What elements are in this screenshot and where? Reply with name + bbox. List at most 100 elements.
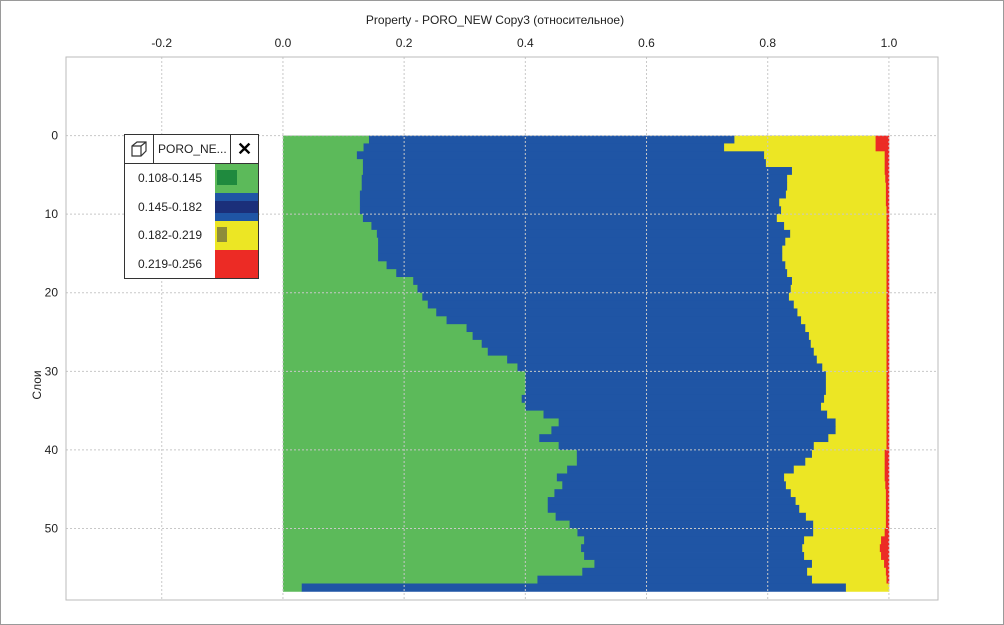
legend-item[interactable]: 0.182-0.219 xyxy=(125,221,258,250)
bar-segment xyxy=(576,457,806,467)
bar-segment xyxy=(525,402,822,412)
y-tick-label: 50 xyxy=(45,521,59,535)
bar-segment xyxy=(282,300,429,309)
bar-segment xyxy=(282,261,387,270)
bar-segment xyxy=(793,300,887,309)
bar-segment xyxy=(805,324,887,333)
bar-segment xyxy=(282,567,583,577)
bar-segment xyxy=(361,182,788,191)
bar-segment xyxy=(282,442,560,451)
legend-item[interactable]: 0.108-0.145 xyxy=(125,164,258,193)
bar-segment xyxy=(802,544,881,553)
bar-segment xyxy=(282,434,540,443)
cube-icon[interactable] xyxy=(125,135,154,163)
bar-segment xyxy=(576,449,813,459)
bar-segment xyxy=(417,284,792,294)
y-axis-label: Слои xyxy=(30,370,44,399)
bar-segment xyxy=(562,481,787,490)
bar-segment xyxy=(282,520,570,529)
bar-segment xyxy=(810,339,887,349)
bar-segment xyxy=(282,512,557,522)
bar-segment xyxy=(554,489,792,498)
bar-segment xyxy=(555,512,807,522)
bar-segment xyxy=(790,489,887,498)
x-tick-label: 0.0 xyxy=(275,36,292,50)
bar-segment xyxy=(785,237,887,246)
bar-segment xyxy=(825,379,887,388)
bar-segment xyxy=(734,135,876,144)
bar-segment xyxy=(282,552,585,561)
bar-segment xyxy=(378,237,786,246)
x-tick-label: 1.0 xyxy=(881,36,898,50)
bar-segment xyxy=(525,371,827,380)
legend-item[interactable]: 0.145-0.182 xyxy=(125,192,258,221)
bar-segment xyxy=(782,245,887,254)
bar-segment xyxy=(827,410,887,419)
bar-segment xyxy=(362,159,767,168)
bar-segment xyxy=(359,190,787,199)
bar-segment xyxy=(507,355,818,364)
bar-segment xyxy=(845,583,890,592)
bar-segment xyxy=(282,269,397,278)
bar-segment xyxy=(784,473,886,482)
bar-segment xyxy=(785,481,886,490)
bar-segment xyxy=(378,253,783,262)
bar-segment xyxy=(581,544,803,553)
bar-segment xyxy=(805,457,886,467)
bar-segment xyxy=(807,567,887,577)
bar-segment xyxy=(879,544,890,553)
bar-segment xyxy=(378,245,783,254)
bar-segment xyxy=(825,371,887,380)
close-icon[interactable]: ✕ xyxy=(231,135,258,163)
bar-segment xyxy=(724,143,876,152)
legend-marker xyxy=(217,255,237,271)
bar-segment xyxy=(427,300,795,309)
bar-segment xyxy=(282,504,549,514)
bar-segment xyxy=(363,143,725,152)
bar-segment xyxy=(811,575,887,584)
bar-segment xyxy=(813,442,887,451)
bar-segment xyxy=(804,536,882,545)
legend-panel[interactable]: PORO_NE... ✕ 0.108-0.145 0.145-0.182 0.182… xyxy=(124,134,259,279)
bar-segment xyxy=(282,198,361,207)
legend-marker xyxy=(217,170,237,185)
bar-segment xyxy=(790,284,887,294)
bar-segment xyxy=(787,174,886,184)
legend-marker xyxy=(217,227,227,242)
bar-segment xyxy=(875,135,890,144)
x-tick-label: 0.8 xyxy=(759,36,776,50)
legend-item[interactable]: 0.219-0.256 xyxy=(125,249,258,278)
bar-segment xyxy=(282,410,544,419)
bar-segment xyxy=(813,528,886,537)
bar-segment xyxy=(361,174,788,184)
bar-segment xyxy=(282,528,578,537)
bar-segment xyxy=(282,449,578,459)
bar-segment xyxy=(551,426,836,435)
bar-segment xyxy=(537,575,813,584)
bar-segment xyxy=(816,355,887,364)
bar-segment xyxy=(282,481,563,490)
legend-label: 0.145-0.182 xyxy=(137,199,203,214)
bar-segment xyxy=(368,135,735,144)
bar-segment xyxy=(282,489,555,498)
bar-segment xyxy=(282,473,558,482)
bar-segment xyxy=(282,143,364,152)
bar-segment xyxy=(282,536,585,545)
x-tick-label: 0.6 xyxy=(638,36,655,50)
bar-segment xyxy=(543,410,828,419)
bar-segment xyxy=(282,418,560,427)
bar-segment xyxy=(282,284,418,294)
x-tick-label: -0.2 xyxy=(151,36,172,50)
bar-segment xyxy=(525,379,827,388)
y-tick-label: 10 xyxy=(45,207,59,221)
legend-label: 0.182-0.219 xyxy=(137,228,203,243)
bar-segment xyxy=(282,151,358,160)
bar-segment xyxy=(282,324,467,333)
bar-segment xyxy=(793,465,886,474)
bar-segment xyxy=(282,575,538,584)
bar-segment xyxy=(282,347,489,357)
x-tick-label: 0.4 xyxy=(517,36,534,50)
bar-segment xyxy=(584,536,805,545)
bar-segment xyxy=(282,457,578,467)
bar-segment xyxy=(788,292,887,302)
